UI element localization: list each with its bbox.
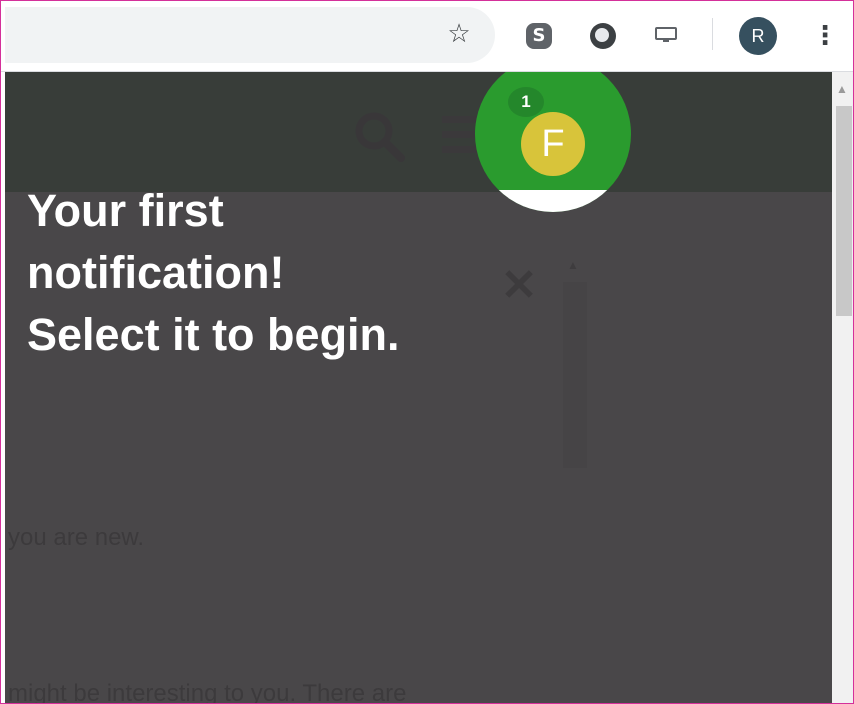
profile-avatar[interactable]: R <box>739 17 777 55</box>
toolbar-divider <box>712 18 713 50</box>
tour-message-line: notification! <box>27 247 285 298</box>
tour-message: Your first notification! Select it to be… <box>27 180 400 366</box>
tour-message-line: Select it to begin. <box>27 309 400 360</box>
extension-icon[interactable] <box>590 23 616 49</box>
cast-icon[interactable] <box>655 27 677 43</box>
tour-overlay: 1 F Your first notification! Select it t… <box>5 72 832 704</box>
notification-badge[interactable]: 1 <box>508 87 544 117</box>
scrollbar-thumb[interactable] <box>836 106 852 316</box>
browser-toolbar: ☆ S R ⋮ <box>0 0 854 72</box>
address-bar[interactable] <box>5 7 495 63</box>
tour-message-line: Your first <box>27 185 224 236</box>
user-avatar[interactable]: F <box>521 112 585 176</box>
star-icon[interactable]: ☆ <box>443 18 475 50</box>
scroll-up-icon[interactable]: ▲ <box>836 82 848 96</box>
browser-menu-icon[interactable]: ⋮ <box>812 20 838 52</box>
skype-icon[interactable]: S <box>526 23 552 49</box>
page-scrollbar[interactable]: ▲ <box>832 72 854 704</box>
